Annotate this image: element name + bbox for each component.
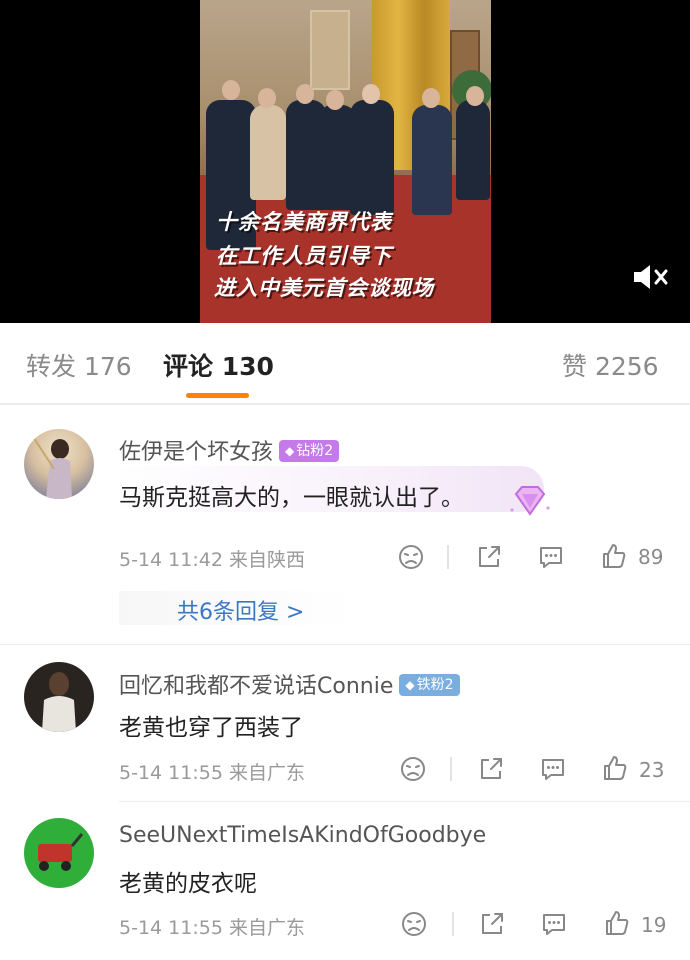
video-caption-line-1: 十余名美商界代表 [216, 210, 392, 234]
avatar[interactable] [24, 429, 94, 499]
divider [0, 644, 690, 645]
like-thumb-icon[interactable] [603, 909, 631, 937]
divider [0, 403, 690, 405]
comment-username[interactable]: SeeUNextTimeIsAKindOfGoodbye [119, 823, 486, 848]
username-text: 回忆和我都不爱说话Connie [119, 674, 394, 699]
comment-icon[interactable] [537, 543, 565, 571]
person [456, 100, 490, 200]
video-caption-line-3: 进入中美元首会谈现场 [214, 276, 434, 300]
username-text: 佐伊是个坏女孩 [119, 440, 274, 465]
video-player[interactable]: 十余名美商界代表 在工作人员引导下 进入中美元首会谈现场 [0, 0, 690, 323]
dislike-face-icon[interactable] [399, 755, 427, 783]
separator [452, 912, 454, 936]
person-head [362, 84, 380, 104]
person-head [222, 80, 240, 100]
comment-username[interactable]: 回忆和我都不爱说话Connie ◆ 铁粉2 [119, 668, 460, 700]
tab-reposts[interactable]: 转发 176 [26, 347, 132, 383]
like-thumb-icon[interactable] [601, 754, 629, 782]
wall-panel [310, 10, 350, 90]
comment-meta: 5-14 11:55 来自广东 [119, 917, 305, 939]
comment-text: 老黄也穿了西装了 [119, 715, 303, 741]
speaker-muted-icon[interactable] [632, 262, 672, 292]
share-icon[interactable] [478, 910, 506, 938]
avatar[interactable] [24, 662, 94, 732]
comment-username[interactable]: 佐伊是个坏女孩 ◆ 钻粉2 [119, 434, 340, 466]
like-count: 19 [641, 913, 667, 937]
diamond-icon: ◆ [285, 444, 295, 458]
dislike-face-icon[interactable] [400, 910, 428, 938]
comment-text: 老黄的皮衣呢 [119, 871, 257, 897]
diamond-decoration-icon [508, 484, 552, 522]
comment-meta: 5-14 11:55 来自广东 [119, 762, 305, 784]
separator [450, 757, 452, 781]
like-count: 23 [639, 758, 665, 782]
active-tab-indicator [186, 393, 249, 398]
like-count: 89 [638, 545, 664, 569]
comment-icon[interactable] [540, 910, 568, 938]
tab-likes[interactable]: 赞 2256 [562, 347, 659, 383]
person-head [422, 88, 440, 108]
diamond-icon: ◆ [405, 678, 415, 692]
video-caption-line-2: 在工作人员引导下 [216, 244, 392, 268]
tab-comments[interactable]: 评论 130 [163, 347, 274, 383]
comment-text: 马斯克挺高大的，一眼就认出了。 [119, 485, 464, 511]
person [350, 100, 394, 215]
divider [119, 801, 690, 802]
fan-badge: ◆ 铁粉2 [399, 674, 460, 696]
comment-meta: 5-14 11:42 来自陕西 [119, 549, 305, 571]
dislike-face-icon[interactable] [397, 543, 425, 571]
like-thumb-icon[interactable] [600, 542, 628, 570]
fan-badge-label: 铁粉2 [416, 677, 454, 693]
person-head [258, 88, 276, 108]
separator [447, 545, 449, 569]
video-frame: 十余名美商界代表 在工作人员引导下 进入中美元首会谈现场 [200, 0, 491, 323]
fan-badge: ◆ 钻粉2 [279, 440, 340, 462]
tab-bar: 转发 176 评论 130 赞 2256 [0, 323, 690, 403]
share-icon[interactable] [477, 755, 505, 783]
avatar[interactable] [24, 818, 94, 888]
fan-badge-label: 钻粉2 [296, 443, 334, 459]
view-replies-link[interactable]: 共6条回复 > [177, 594, 304, 626]
person [250, 105, 286, 200]
person-head [296, 84, 314, 104]
person-head [466, 86, 484, 106]
share-icon[interactable] [475, 543, 503, 571]
comment-icon[interactable] [539, 755, 567, 783]
person [412, 105, 452, 215]
person-head [326, 90, 344, 110]
